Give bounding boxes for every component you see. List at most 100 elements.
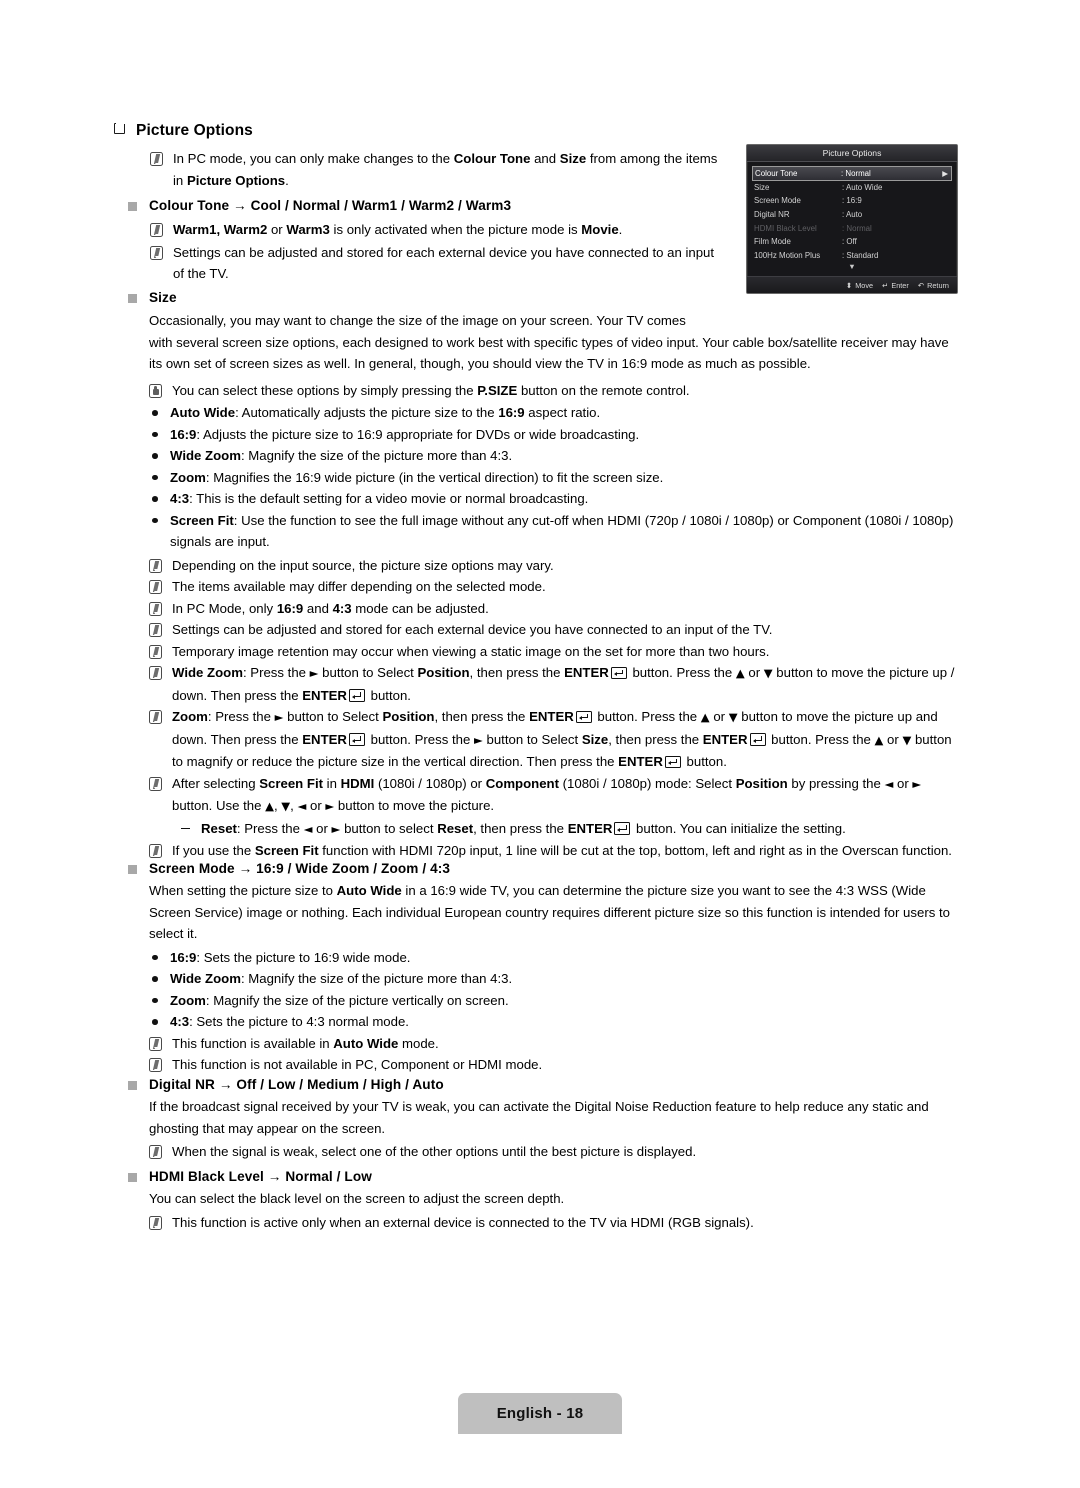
- tv-menu-title: Picture Options: [747, 145, 957, 162]
- enter-key-icon: [610, 666, 627, 679]
- hdmi-black-level-heading-row: HDMI Black Level → Normal / Low: [128, 1169, 952, 1184]
- tv-menu-row-label: HDMI Black Level: [754, 223, 817, 233]
- size-option-169: 16:9: Adjusts the picture size to 16:9 a…: [152, 424, 952, 446]
- page-title: Picture Options: [136, 122, 253, 139]
- tv-menu-row[interactable]: Screen Mode: 16:9: [752, 194, 952, 208]
- remote-button-press-icon: [149, 383, 162, 398]
- tv-menu-row[interactable]: Film Mode : Off: [752, 235, 952, 249]
- tv-osd-menu-screenshot: Picture Options Colour Tone: Normal ▶ Size…: [746, 144, 958, 294]
- size-press-note-text: You can select these options by simply p…: [172, 382, 690, 398]
- size-section: Size Occasionally, you may want to chang…: [128, 290, 954, 862]
- enter-key-icon: [348, 733, 365, 746]
- hdmi-black-level-heading: HDMI Black Level → Normal / Low: [149, 1169, 372, 1184]
- page-number-label: English - 18: [496, 1405, 584, 1422]
- size-option-auto-wide-text: Auto Wide: Automatically adjusts the pic…: [170, 405, 601, 420]
- size-note-4: Settings can be adjusted and stored for …: [149, 619, 952, 641]
- tv-menu-row-label: Colour Tone: [755, 168, 798, 178]
- enter-key-icon: [614, 822, 631, 835]
- tv-menu-row-label: Film Mode: [754, 237, 791, 247]
- digital-nr-heading-row: Digital NR → Off / Low / Medium / High /…: [128, 1077, 952, 1092]
- tv-menu-enter-hint: ↵ Enter: [882, 281, 909, 290]
- size-option-169-text: 16:9: Adjusts the picture size to 16:9 a…: [170, 426, 640, 442]
- note-icon: [149, 1215, 162, 1230]
- size-option-43: 4:3: This is the default setting for a v…: [152, 488, 952, 510]
- round-bullet-icon: [152, 474, 158, 480]
- tv-menu-row-label: 100Hz Motion Plus: [754, 250, 821, 260]
- size-paragraph: Occasionally, you may want to change the…: [149, 313, 949, 371]
- size-press-note: You can select these options by simply p…: [149, 380, 952, 402]
- filled-square-bullet-icon: [128, 202, 137, 211]
- digital-nr-note-text: When the signal is weak, select one of t…: [172, 1144, 697, 1159]
- note-icon: [149, 601, 162, 616]
- size-screen-fit-note: After selecting Screen Fit in HDMI (1080…: [149, 773, 961, 818]
- tv-menu-row-value: : 16:9: [842, 196, 862, 206]
- round-bullet-icon: [152, 431, 158, 437]
- tv-menu-enter-label: Enter: [891, 280, 909, 290]
- size-option-wide-zoom: Wide Zoom: Magnify the size of the pictu…: [152, 445, 952, 467]
- size-wide-zoom-note-text: Wide Zoom: Press the ► button to Select …: [172, 665, 955, 703]
- size-reset-note: Reset: Press the ◄ or ► button to select…: [181, 818, 961, 841]
- hdmi-black-level-note-text: This function is active only when an ext…: [172, 1214, 754, 1230]
- tv-menu-return-label: Return: [927, 280, 949, 290]
- screen-mode-paragraph: When setting the picture size to Auto Wi…: [149, 883, 950, 941]
- note-icon: [149, 776, 162, 791]
- digital-nr-note: When the signal is weak, select one of t…: [149, 1141, 952, 1163]
- chevron-right-icon: ▶: [942, 168, 948, 178]
- page-number-tag: English - 18: [458, 1393, 622, 1434]
- filled-square-bullet-icon: [128, 1173, 137, 1182]
- note-icon: [149, 644, 162, 659]
- note-icon: [149, 710, 162, 724]
- filled-square-bullet-icon: [128, 865, 137, 874]
- screen-mode-option-43: 4:3: Sets the picture to 4:3 normal mode…: [152, 1011, 952, 1033]
- screen-mode-note-2-text: This function is not available in PC, Co…: [172, 1057, 543, 1072]
- size-option-zoom: Zoom: Magnifies the 16:9 wide picture (i…: [152, 467, 952, 489]
- tv-menu-row-value: : Off: [842, 237, 857, 247]
- hdmi-black-level-section: HDMI Black Level → Normal / Low You can …: [128, 1169, 952, 1233]
- tv-menu-row[interactable]: 100Hz Motion Plus: Standard: [752, 249, 952, 263]
- size-zoom-note-text: Zoom: Press the ► button to Select Posit…: [172, 709, 952, 769]
- round-bullet-icon: [152, 954, 158, 960]
- note-icon: [149, 580, 162, 594]
- round-bullet-icon: [152, 496, 158, 502]
- enter-key-icon: ↵: [882, 280, 889, 290]
- screen-mode-section: Screen Mode → 16:9 / Wide Zoom / Zoom / …: [128, 861, 952, 1076]
- tv-menu-row[interactable]: Digital NR: Auto: [752, 208, 952, 222]
- note-icon: [149, 666, 162, 680]
- tv-menu-row-value: : Auto: [842, 210, 863, 220]
- colour-tone-note-2-text: Settings can be adjusted and stored for …: [173, 244, 715, 282]
- note-icon: [150, 223, 163, 237]
- digital-nr-section: Digital NR → Off / Low / Medium / High /…: [128, 1077, 952, 1163]
- size-overscan-note-text: If you use the Screen Fit function with …: [172, 843, 952, 858]
- enter-key-icon: [575, 710, 592, 723]
- tv-menu-list: Colour Tone: Normal ▶ Size : Auto Wide Scree…: [747, 162, 957, 262]
- tv-menu-move-hint: ⬍ Move: [846, 281, 873, 290]
- tv-menu-row[interactable]: Colour Tone: Normal ▶: [752, 166, 952, 181]
- size-note-5-text: Temporary image retention may occur when…: [172, 643, 770, 659]
- size-option-auto-wide: Auto Wide: Automatically adjusts the pic…: [152, 402, 952, 424]
- size-note-2-text: The items available may differ depending…: [172, 579, 546, 594]
- tv-menu-scroll-down-icon[interactable]: ▼: [747, 262, 957, 274]
- tv-menu-row-label: Size: [754, 182, 770, 192]
- filled-square-bullet-icon: [128, 294, 137, 303]
- intro-note-text: In PC mode, you can only make changes to…: [173, 151, 718, 188]
- colour-tone-note-2: Settings can be adjusted and stored for …: [150, 242, 720, 285]
- screen-mode-option-wide-zoom-text: Wide Zoom: Magnify the size of the pictu…: [170, 971, 513, 986]
- hdmi-black-level-note: This function is active only when an ext…: [149, 1212, 952, 1234]
- manual-page: Picture Options In PC mode, you can only…: [0, 0, 1080, 1488]
- round-bullet-icon: [152, 453, 158, 459]
- dash-bullet-icon: [181, 827, 190, 830]
- intro-note: In PC mode, you can only make changes to…: [150, 148, 722, 191]
- updown-arrow-icon: ⬍: [845, 280, 853, 290]
- screen-mode-heading: Screen Mode → 16:9 / Wide Zoom / Zoom / …: [149, 861, 451, 876]
- screen-mode-option-169: 16:9: Sets the picture to 16:9 wide mode…: [152, 947, 952, 969]
- round-bullet-icon: [152, 997, 158, 1003]
- tv-menu-row-value: : Auto Wide: [842, 182, 883, 192]
- tv-menu-row[interactable]: Size : Auto Wide: [752, 181, 952, 195]
- return-arrow-icon: ↶: [917, 280, 925, 290]
- enter-key-icon: [348, 689, 365, 702]
- round-bullet-icon: [152, 976, 158, 982]
- tv-menu-row[interactable]: HDMI Black Level: Normal: [752, 221, 952, 235]
- note-icon: [149, 558, 162, 573]
- size-note-1: Depending on the input source, the pictu…: [149, 555, 952, 577]
- page-section-heading: Picture Options: [114, 120, 253, 140]
